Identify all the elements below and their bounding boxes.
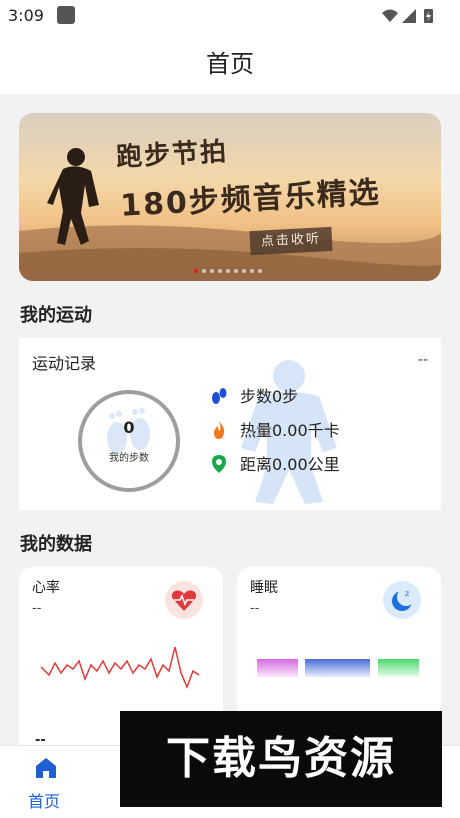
section-title-data: 我的数据 xyxy=(20,534,92,555)
stat-steps: 步数0步 xyxy=(208,383,298,410)
wifi-icon xyxy=(382,9,398,22)
pagination-dot xyxy=(258,269,262,273)
sleep-value: -- xyxy=(250,601,260,616)
signal-icon xyxy=(402,9,416,23)
pagination-dot xyxy=(218,269,222,273)
record-title: 运动记录 xyxy=(32,354,97,373)
listen-button[interactable]: 点击收听 xyxy=(249,226,333,256)
app-bar: 首页 xyxy=(0,32,460,94)
status-bar: 3:09 xyxy=(0,0,460,32)
notification-icon xyxy=(57,6,75,24)
footprints-icon xyxy=(208,386,230,410)
stat-steps-text: 步数0步 xyxy=(240,387,299,406)
sleep-icon: z xyxy=(383,581,421,619)
pagination-dot xyxy=(250,269,254,273)
status-indicators xyxy=(380,7,450,29)
status-time: 3:09 xyxy=(8,6,44,25)
svg-text:z: z xyxy=(405,589,409,598)
pagination-dot xyxy=(242,269,246,273)
pagination-dot xyxy=(226,269,230,273)
flame-icon xyxy=(208,420,230,444)
pagination-dot xyxy=(210,269,214,273)
steps-count: 0 xyxy=(123,418,135,437)
stat-distance-text: 距离0.00公里 xyxy=(240,455,340,474)
heart-rate-icon xyxy=(165,581,203,619)
sleep-title: 睡眠 xyxy=(250,580,278,596)
nav-home-label: 首页 xyxy=(28,792,61,811)
banner-headline: 跑步节拍 xyxy=(115,137,229,173)
stat-calories: 热量0.00千卡 xyxy=(208,417,340,444)
section-title-sport: 我的运动 xyxy=(20,305,92,326)
watermark-overlay: 下载鸟资源 xyxy=(120,711,442,807)
page-title: 首页 xyxy=(206,50,254,78)
pagination-dot xyxy=(202,269,206,273)
heart-rate-value: -- xyxy=(32,601,42,616)
pagination-dot xyxy=(234,269,238,273)
record-value: -- xyxy=(417,352,428,368)
steps-label: 我的步数 xyxy=(109,453,149,464)
pagination-dot xyxy=(194,269,198,273)
sleep-bars-chart xyxy=(257,659,419,677)
home-icon xyxy=(36,758,56,778)
heart-rate-title: 心率 xyxy=(32,580,60,596)
heart-rate-waveform xyxy=(40,646,200,690)
stat-calories-text: 热量0.00千卡 xyxy=(240,421,340,440)
location-pin-icon xyxy=(208,454,230,478)
banner-pagination xyxy=(194,269,262,273)
stat-distance: 距离0.00公里 xyxy=(208,451,340,478)
